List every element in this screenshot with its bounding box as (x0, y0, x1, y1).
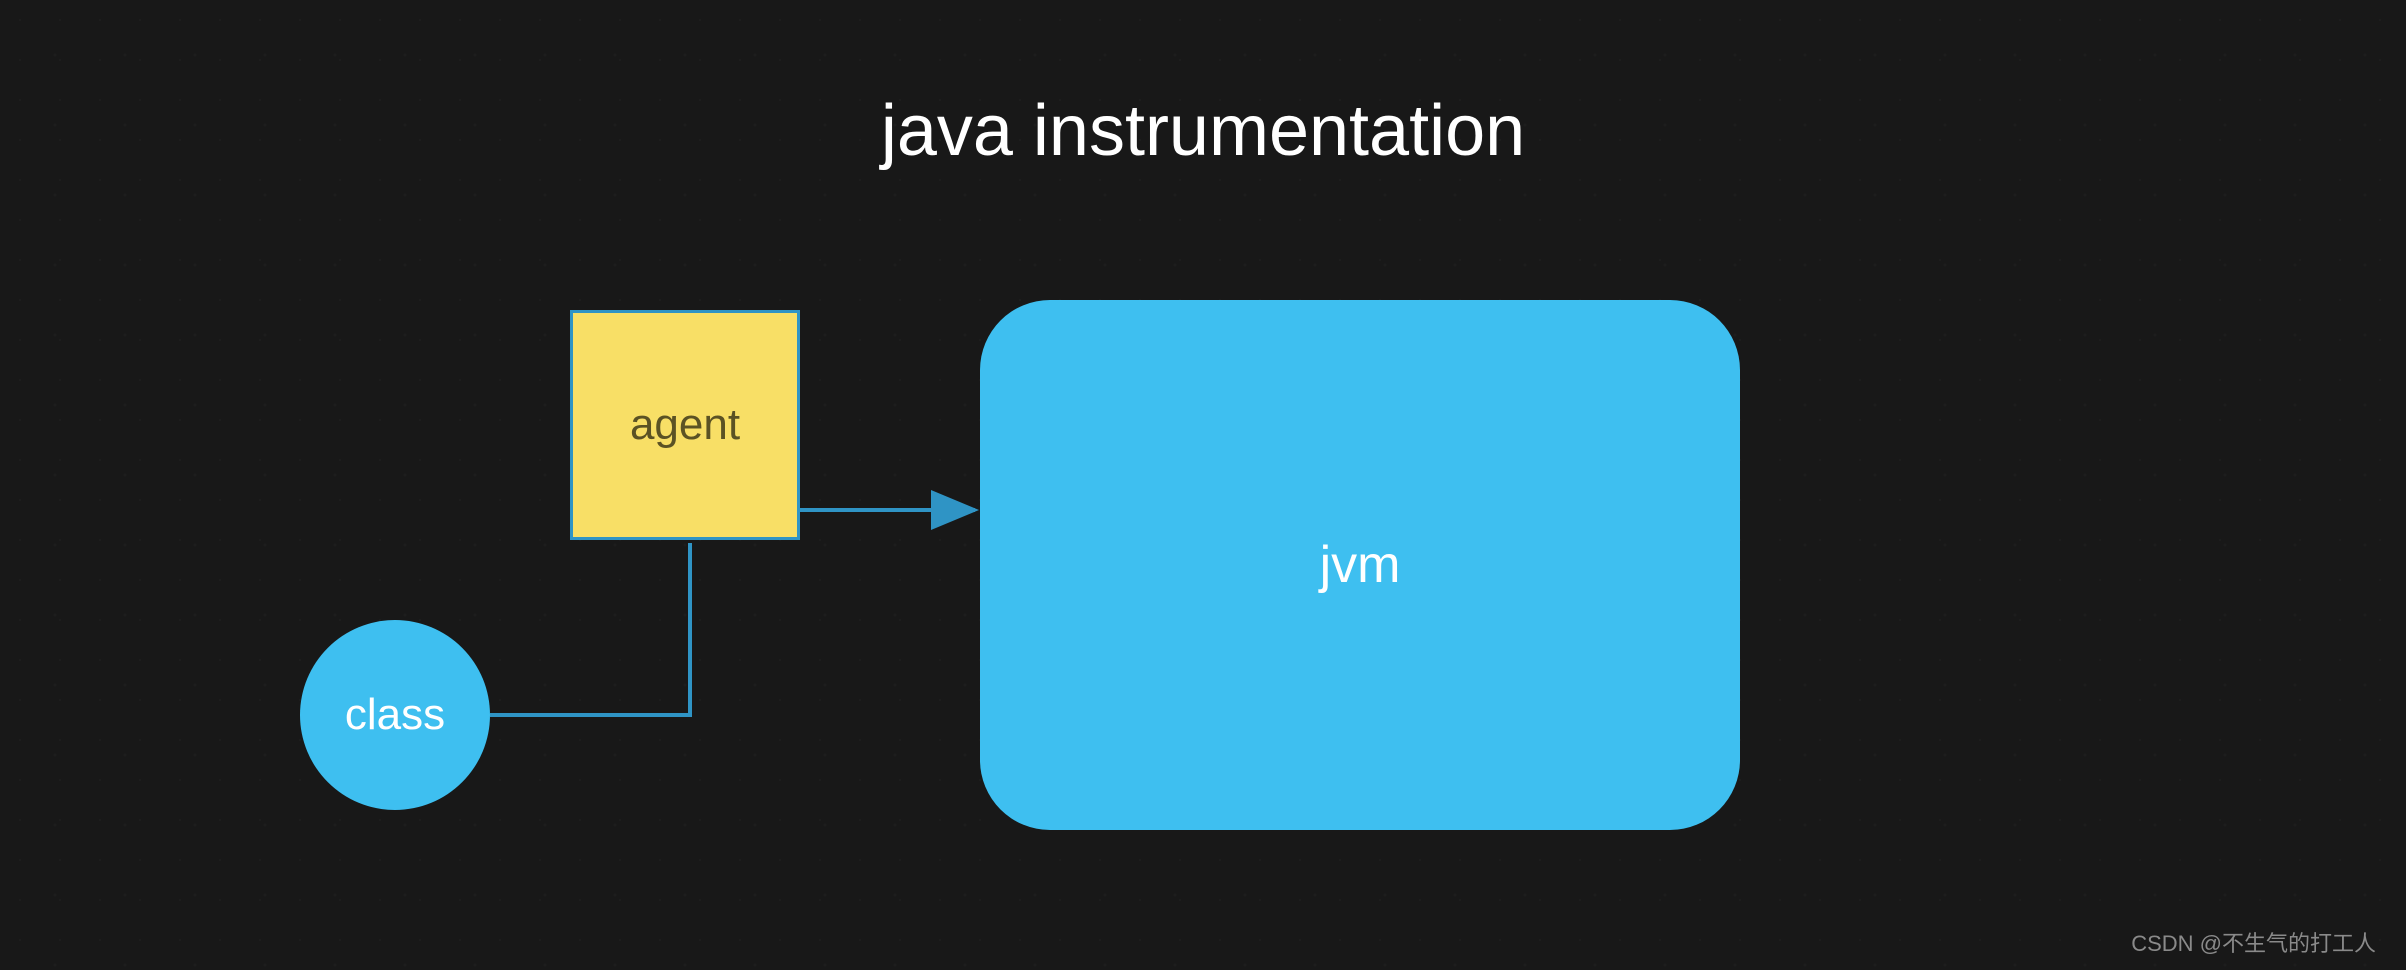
agent-label: agent (630, 400, 740, 450)
class-node: class (300, 620, 490, 810)
jvm-label: jvm (1320, 535, 1401, 595)
watermark-text: CSDN @不生气的打工人 (2131, 926, 2376, 958)
diagram-title: java instrumentation (0, 90, 2406, 172)
diagram-canvas: java instrumentation agent class jvm CSD… (0, 0, 2406, 970)
class-label: class (345, 690, 445, 740)
edge-class-to-agent (490, 543, 690, 715)
agent-node: agent (570, 310, 800, 540)
jvm-node: jvm (980, 300, 1740, 830)
